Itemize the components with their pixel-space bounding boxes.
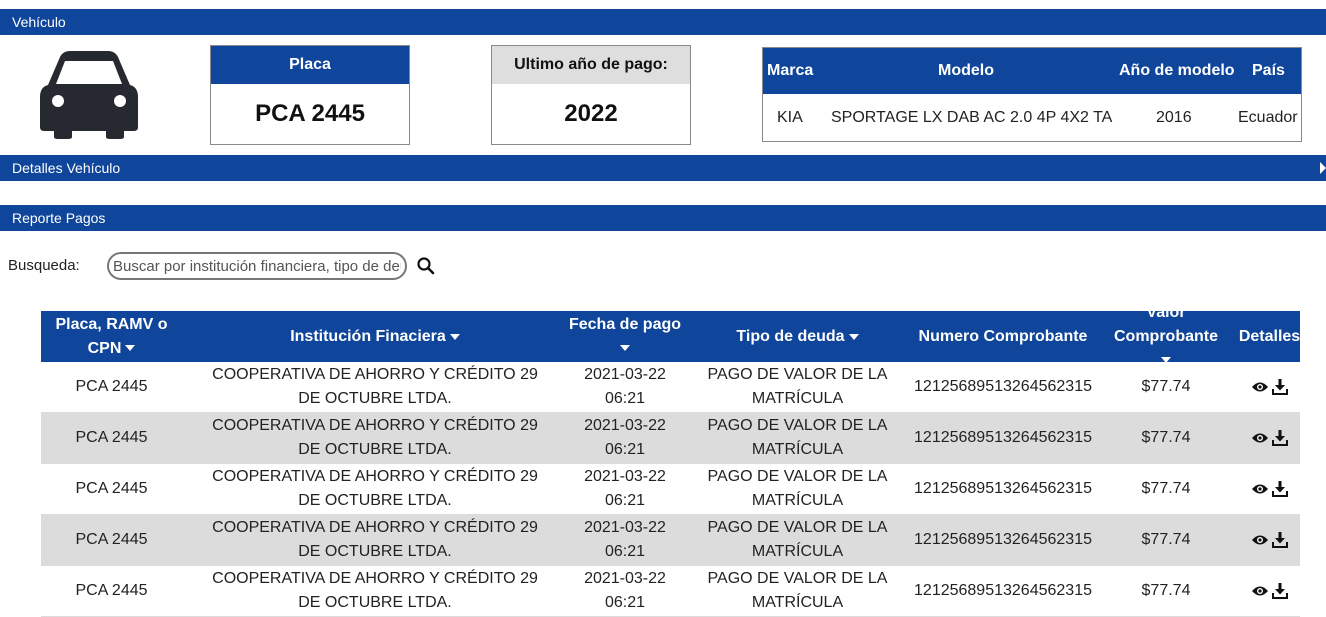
cell-date: 2021-03-22 06:21 — [584, 519, 666, 560]
car-icon — [40, 51, 138, 139]
column-header-receipt-value-label: Valor Comprobante — [1114, 303, 1218, 345]
vehicle-info-table: Marca Modelo Año de modelo País KIA SPOR… — [762, 47, 1302, 142]
column-header-plate-line1: Placa, RAMV o — [55, 315, 168, 333]
table-row: PCA 2445 COOPERATIVA DE AHORRO Y CRÉDITO… — [41, 566, 1300, 617]
plate-card: Placa PCA 2445 — [210, 45, 410, 145]
cell-institution: COOPERATIVA DE AHORRO Y CRÉDITO 29 DE OC… — [212, 366, 538, 407]
search-icon[interactable] — [416, 256, 436, 276]
cell-plate: PCA 2445 — [75, 582, 148, 599]
search-input[interactable] — [107, 252, 407, 280]
cell-institution: COOPERATIVA DE AHORRO Y CRÉDITO 29 DE OC… — [212, 570, 538, 611]
cell-receipt-number: 12125689513264562315 — [914, 429, 1092, 446]
cell-receipt-number: 12125689513264562315 — [914, 378, 1092, 395]
caret-down-icon — [620, 345, 630, 352]
cell-institution: COOPERATIVA DE AHORRO Y CRÉDITO 29 DE OC… — [212, 417, 538, 458]
download-icon[interactable] — [1271, 379, 1289, 395]
column-header-debt-type[interactable]: Tipo de deuda — [682, 311, 913, 362]
cell-details — [1239, 413, 1300, 463]
download-icon[interactable] — [1271, 532, 1289, 548]
cell-date: 2021-03-22 06:21 — [584, 570, 666, 611]
table-body: PCA 2445 COOPERATIVA DE AHORRO Y CRÉDITO… — [41, 362, 1300, 617]
payments-table: Placa, RAMV o CPN Institución Finaciera … — [41, 304, 1300, 617]
column-header-details: Detalles — [1239, 311, 1300, 362]
column-header-date[interactable]: Fecha de pago — [568, 311, 682, 362]
cell-debt-type: PAGO DE VALOR DE LA MATRÍCULA — [707, 366, 888, 407]
last-payment-year-value: 2022 — [564, 100, 618, 127]
cell-receipt-value: $77.74 — [1141, 429, 1191, 446]
section-title-vehicle-details: Detalles Vehículo — [12, 160, 121, 176]
column-header-receipt-number: Numero Comprobante — [913, 311, 1093, 362]
search-label: Busqueda: — [8, 257, 80, 274]
vehicle-details-toggle[interactable]: Detalles Vehículo — [0, 155, 1326, 181]
header-model: Modelo — [938, 62, 994, 79]
plate-value: PCA 2445 — [255, 100, 365, 127]
cell-receipt-number: 12125689513264562315 — [914, 531, 1092, 548]
value-model: SPORTAGE LX DAB AC 2.0 4P 4X2 TA — [831, 109, 1113, 126]
header-model-year: Año de modelo — [1119, 62, 1235, 79]
last-payment-year-label: Ultimo año de pago: — [492, 46, 690, 84]
column-header-institution[interactable]: Institución Finaciera — [182, 311, 568, 362]
eye-icon[interactable] — [1251, 379, 1269, 395]
vehicle-info-header: Marca Modelo Año de modelo País — [763, 48, 1301, 94]
cell-date: 2021-03-22 06:21 — [584, 468, 666, 509]
cell-plate: PCA 2445 — [75, 378, 148, 395]
value-model-year: 2016 — [1156, 109, 1192, 126]
header-country: País — [1252, 62, 1285, 79]
cell-plate: PCA 2445 — [75, 531, 148, 548]
caret-down-icon — [449, 333, 460, 340]
section-title-vehicle: Vehículo — [12, 14, 66, 30]
cell-debt-type: PAGO DE VALOR DE LA MATRÍCULA — [707, 519, 888, 560]
eye-icon[interactable] — [1251, 532, 1269, 548]
table-row: PCA 2445 COOPERATIVA DE AHORRO Y CRÉDITO… — [41, 362, 1300, 413]
column-header-plate[interactable]: Placa, RAMV o CPN — [41, 311, 182, 362]
column-header-institution-label: Institución Finaciera — [290, 327, 446, 345]
column-header-details-label: Detalles — [1238, 327, 1301, 345]
table-header: Placa, RAMV o CPN Institución Finaciera … — [41, 304, 1300, 364]
column-header-debt-type-label: Tipo de deuda — [736, 327, 845, 345]
cell-debt-type: PAGO DE VALOR DE LA MATRÍCULA — [707, 417, 888, 458]
header-brand: Marca — [767, 62, 814, 79]
table-row: PCA 2445 COOPERATIVA DE AHORRO Y CRÉDITO… — [41, 464, 1300, 515]
cell-receipt-value: $77.74 — [1141, 531, 1191, 548]
last-payment-year-card: Ultimo año de pago: 2022 — [491, 45, 691, 145]
column-header-receipt-value[interactable]: Valor Comprobante — [1093, 304, 1239, 364]
download-icon[interactable] — [1271, 430, 1289, 446]
value-brand: KIA — [777, 109, 803, 126]
eye-icon[interactable] — [1251, 481, 1269, 497]
cell-debt-type: PAGO DE VALOR DE LA MATRÍCULA — [707, 570, 888, 611]
section-bar-payments-report: Reporte Pagos — [0, 205, 1326, 231]
cell-details — [1239, 566, 1300, 616]
cell-details — [1239, 515, 1300, 565]
triangle-right-icon — [1320, 162, 1326, 174]
plate-label: Placa — [211, 46, 409, 84]
cell-receipt-value: $77.74 — [1141, 480, 1191, 497]
cell-plate: PCA 2445 — [75, 429, 148, 446]
caret-down-icon — [848, 333, 859, 340]
cell-details — [1239, 464, 1300, 514]
cell-institution: COOPERATIVA DE AHORRO Y CRÉDITO 29 DE OC… — [212, 468, 538, 509]
cell-receipt-value: $77.74 — [1141, 582, 1191, 599]
column-header-date-label: Fecha de pago — [568, 315, 682, 333]
cell-plate: PCA 2445 — [75, 480, 148, 497]
eye-icon[interactable] — [1251, 430, 1269, 446]
value-country: Ecuador — [1238, 109, 1298, 126]
download-icon[interactable] — [1271, 481, 1289, 497]
cell-details — [1239, 362, 1300, 412]
cell-receipt-number: 12125689513264562315 — [914, 480, 1092, 497]
cell-receipt-number: 12125689513264562315 — [914, 582, 1092, 599]
section-title-payments-report: Reporte Pagos — [12, 210, 106, 226]
eye-icon[interactable] — [1251, 583, 1269, 599]
column-header-receipt-number-label: Numero Comprobante — [918, 327, 1088, 345]
table-row: PCA 2445 COOPERATIVA DE AHORRO Y CRÉDITO… — [41, 413, 1300, 464]
cell-date: 2021-03-22 06:21 — [584, 417, 666, 458]
cell-institution: COOPERATIVA DE AHORRO Y CRÉDITO 29 DE OC… — [212, 519, 538, 560]
section-bar-vehicle: Vehículo — [0, 9, 1326, 35]
table-row: PCA 2445 COOPERATIVA DE AHORRO Y CRÉDITO… — [41, 515, 1300, 566]
download-icon[interactable] — [1271, 583, 1289, 599]
cell-receipt-value: $77.74 — [1141, 378, 1191, 395]
caret-down-icon — [125, 345, 136, 352]
column-header-plate-line2: CPN — [87, 339, 122, 357]
cell-date: 2021-03-22 06:21 — [584, 366, 666, 407]
cell-debt-type: PAGO DE VALOR DE LA MATRÍCULA — [707, 468, 888, 509]
